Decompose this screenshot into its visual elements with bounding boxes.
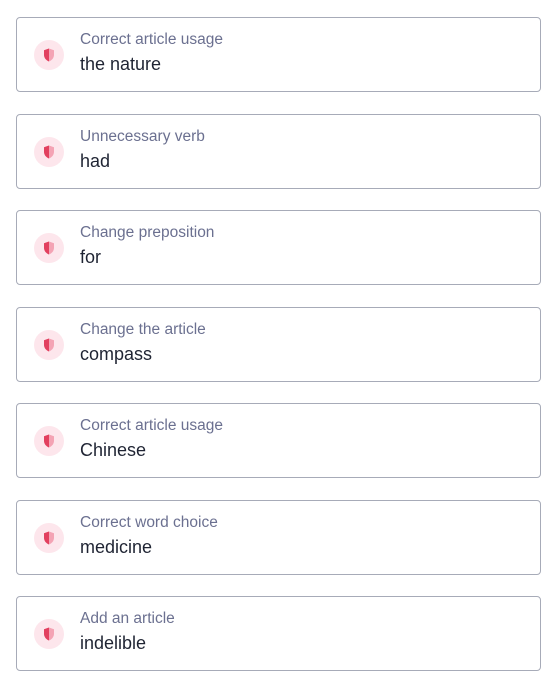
shield-icon (34, 136, 64, 167)
suggestion-value: indelible (80, 633, 147, 653)
shield-icon (34, 40, 64, 70)
suggestion-value: Chinese (80, 440, 147, 460)
suggestion-value: compass (80, 343, 153, 364)
suggestion-value: medicine (80, 536, 153, 557)
suggestion-title: Correct word choice (80, 513, 218, 531)
suggestion-title: Unnecessary verb (80, 127, 205, 145)
suggestion-card[interactable]: Correct word choice medicine (16, 499, 541, 575)
shield-icon (34, 619, 64, 649)
suggestion-title: Change the article (80, 320, 206, 338)
suggestion-card[interactable]: Add an article indelible (16, 596, 541, 671)
shield-icon (34, 426, 64, 456)
shield-icon (34, 522, 64, 553)
suggestion-card[interactable]: Correct article usage Chinese (16, 403, 541, 478)
shield-icon (34, 329, 64, 360)
suggestion-value: the nature (80, 54, 162, 74)
suggestion-card[interactable]: Unnecessary verb had (16, 113, 541, 189)
suggestion-title: Change preposition (80, 224, 215, 241)
suggestion-card[interactable]: Change preposition for (16, 210, 541, 285)
suggestion-value: had (80, 150, 111, 171)
suggestion-title: Correct article usage (80, 417, 224, 434)
suggestion-value: for (80, 247, 102, 267)
suggestion-title: Correct article usage (80, 31, 224, 48)
shield-icon (34, 233, 64, 263)
suggestion-card[interactable]: Change the article compass (16, 306, 541, 382)
suggestion-title: Add an article (80, 610, 175, 627)
suggestion-list: Correct article usage the nature Unneces… (16, 17, 541, 693)
suggestion-card[interactable]: Correct article usage the nature (16, 17, 541, 92)
